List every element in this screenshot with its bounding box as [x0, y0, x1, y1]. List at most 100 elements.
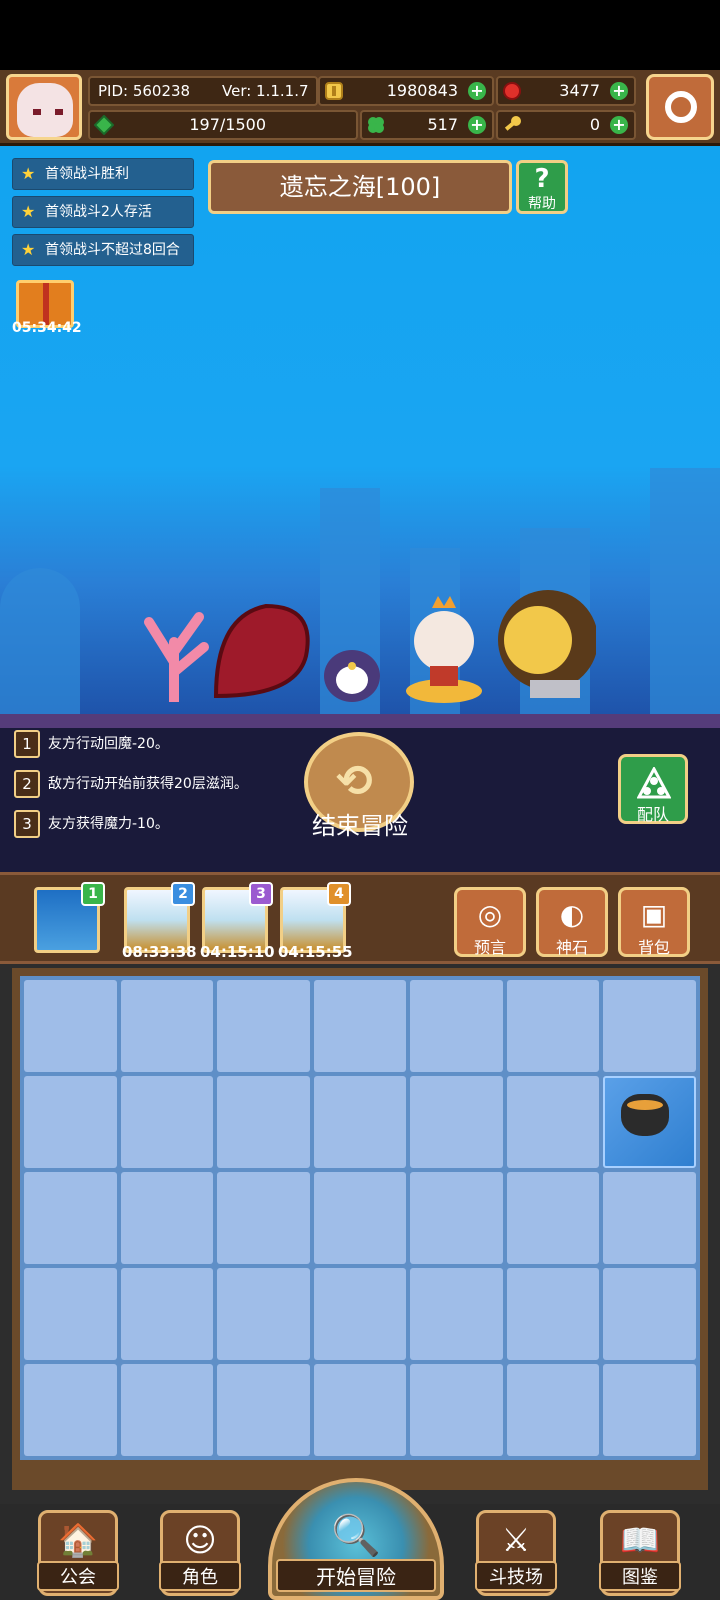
avatar-face — [17, 83, 73, 137]
help-button[interactable]: ? 帮助 — [516, 160, 568, 214]
gold-value: 1980843 — [386, 81, 458, 100]
gem-value: 3477 — [559, 81, 600, 100]
status-bar-area — [0, 0, 720, 70]
quest-label: 首领战斗2人存活 — [45, 204, 152, 220]
bottom-navigation: 🏠 公会 ☺ 角色 🔍 开始冒险 ⚔ 斗技场 📖 图鉴 — [0, 1478, 720, 1600]
inventory-slot[interactable] — [506, 1364, 600, 1456]
inventory-slot[interactable] — [603, 1172, 696, 1264]
inventory-slot[interactable] — [120, 980, 214, 1072]
book-icon: 📖 — [620, 1521, 660, 1559]
inventory-slot[interactable] — [506, 1172, 600, 1264]
effect-text: 友方获得魔力-10。 — [48, 816, 169, 832]
star-icon: ★ — [21, 202, 36, 221]
inventory-slot[interactable] — [24, 980, 117, 1072]
add-clover-button[interactable]: + — [468, 116, 486, 134]
inventory-slot[interactable] — [217, 1076, 310, 1168]
coral-decoration — [144, 612, 209, 702]
inventory-slot[interactable] — [24, 1268, 117, 1360]
inventory-slot[interactable] — [603, 980, 696, 1072]
nav-codex-label: 图鉴 — [599, 1561, 681, 1591]
effect-text: 友方行动回魔-20。 — [48, 736, 169, 752]
coral-silhouette — [0, 568, 80, 728]
player-info-box: PID: 560238 Ver: 1.1.1.7 — [88, 76, 318, 106]
inventory-slot[interactable] — [120, 1172, 214, 1264]
nav-arena-label: 斗技场 — [475, 1561, 557, 1591]
bag-button[interactable]: ▣ 背包 — [618, 887, 690, 957]
inventory-slot[interactable] — [410, 1364, 503, 1456]
tab-badge: 2 — [171, 882, 195, 906]
inventory-slot[interactable] — [217, 1268, 310, 1360]
inventory-slot[interactable] — [506, 1076, 600, 1168]
map-tab-1[interactable]: 1 — [34, 882, 105, 953]
inventory-slot[interactable] — [603, 1364, 696, 1456]
inventory-slot[interactable] — [313, 1172, 407, 1264]
gift-timer: 05:34:42 — [12, 320, 82, 336]
red-slug-enemy — [213, 603, 310, 699]
backpack-icon: ▣ — [640, 898, 668, 931]
player-id: PID: 560238 — [98, 82, 191, 100]
end-adventure-label: 结束冒险 — [312, 812, 408, 840]
inventory-slot[interactable] — [217, 980, 310, 1072]
inventory-slot[interactable] — [120, 1268, 214, 1360]
tab-badge: 3 — [249, 882, 273, 906]
effect-row: 3 友方获得魔力-10。 — [14, 810, 169, 840]
inventory-slot[interactable] — [24, 1076, 117, 1168]
crossed-swords-icon: ⚔ — [501, 1521, 531, 1559]
inventory-slot[interactable] — [603, 1268, 696, 1360]
help-label: 帮助 — [528, 196, 556, 212]
nav-guild[interactable]: 🏠 公会 — [37, 1510, 119, 1596]
nav-guild-label: 公会 — [37, 1561, 119, 1591]
effect-row: 1 友方行动回魔-20。 — [14, 730, 169, 760]
inventory-slot[interactable] — [24, 1364, 117, 1456]
inventory-slot[interactable] — [410, 980, 503, 1072]
inventory-slot[interactable] — [313, 980, 407, 1072]
nav-character-label: 角色 — [159, 1561, 241, 1591]
team-setup-button[interactable]: 配队 — [618, 754, 688, 824]
add-gem-button[interactable]: + — [610, 82, 628, 100]
inventory-slot[interactable] — [506, 980, 600, 1072]
inventory-slot[interactable] — [603, 1076, 696, 1168]
question-icon: ? — [534, 164, 550, 194]
energy-icon — [94, 115, 114, 135]
golden-shell-maiden — [498, 590, 596, 698]
nav-arena[interactable]: ⚔ 斗技场 — [475, 1510, 557, 1596]
inventory-slot[interactable] — [120, 1364, 214, 1456]
inventory-slot[interactable] — [313, 1268, 407, 1360]
purple-penguin-ally — [324, 650, 380, 702]
godstone-icon: ◐ — [559, 898, 585, 931]
white-haired-hero — [406, 596, 482, 703]
inventory-slot[interactable] — [410, 1268, 503, 1360]
red-gem-icon — [503, 82, 521, 100]
inventory-slot[interactable] — [506, 1268, 600, 1360]
star-icon: ★ — [21, 164, 36, 183]
effect-number: 3 — [14, 810, 40, 838]
tab-timer: 08:33:38 — [122, 943, 197, 961]
quest-label: 首领战斗胜利 — [45, 166, 129, 182]
inventory-slot[interactable] — [410, 1172, 503, 1264]
seabed-floor — [0, 714, 720, 728]
tab-timer: 04:15:55 — [278, 943, 353, 961]
battle-scene: ★ 首领战斗胜利 ★ 首领战斗2人存活 ★ 首领战斗不超过8回合 遗忘之海[10… — [0, 146, 720, 728]
map-tab-strip: 1 2 08:33:38 3 04:15:10 4 04:15:55 ◎ 预言 … — [0, 872, 720, 964]
godstone-button[interactable]: ◐ 神石 — [536, 887, 608, 957]
player-avatar[interactable] — [6, 74, 82, 140]
game-version: Ver: 1.1.1.7 — [222, 82, 309, 100]
inventory-slot[interactable] — [313, 1076, 407, 1168]
inventory-slot[interactable] — [120, 1076, 214, 1168]
quest-max-rounds: ★ 首领战斗不超过8回合 — [12, 234, 194, 266]
inventory-slot[interactable] — [313, 1364, 407, 1456]
inventory-slot[interactable] — [217, 1364, 310, 1456]
inventory-slot[interactable] — [410, 1076, 503, 1168]
inventory-slot[interactable] — [24, 1172, 117, 1264]
prophecy-button[interactable]: ◎ 预言 — [454, 887, 526, 957]
nav-character[interactable]: ☺ 角色 — [159, 1510, 241, 1596]
add-gold-button[interactable]: + — [468, 82, 486, 100]
inventory-grid — [20, 976, 700, 1460]
add-key-button[interactable]: + — [610, 116, 628, 134]
character-icon: ☺ — [183, 1521, 217, 1559]
avatar-eye-right — [55, 109, 63, 115]
nav-codex[interactable]: 📖 图鉴 — [599, 1510, 681, 1596]
gear-icon — [665, 91, 697, 123]
settings-button[interactable] — [646, 74, 714, 140]
inventory-slot[interactable] — [217, 1172, 310, 1264]
